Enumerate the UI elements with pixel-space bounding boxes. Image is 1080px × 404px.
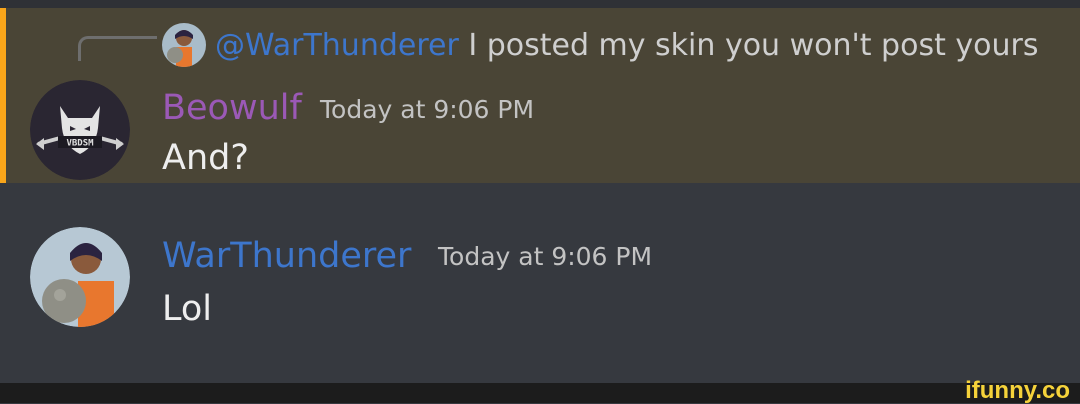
author-name[interactable]: WarThunderer xyxy=(162,232,411,280)
author-name[interactable]: Beowulf xyxy=(162,84,302,132)
mention-highlight-bar xyxy=(0,8,6,183)
user-mention[interactable]: @WarThunderer xyxy=(215,28,459,63)
reply-connector xyxy=(78,36,157,61)
watermark: ifunny.co xyxy=(965,377,1070,404)
highlighted-message[interactable]: @WarThunderer I posted my skin you won't… xyxy=(0,8,1080,183)
message-text: And? xyxy=(162,138,249,178)
message-text: Lol xyxy=(162,289,213,329)
avatar-badge-text: VBDSM xyxy=(66,139,94,149)
timestamp: Today at 9:06 PM xyxy=(320,95,535,124)
top-strip xyxy=(0,0,1080,8)
timestamp: Today at 9:06 PM xyxy=(438,242,653,271)
reply-text: I posted my skin you won't post yours xyxy=(458,28,1039,63)
avatar[interactable] xyxy=(30,227,130,327)
bottom-bar xyxy=(0,383,1080,403)
avatar[interactable]: VBDSM xyxy=(30,80,130,180)
reply-avatar-icon[interactable] xyxy=(162,23,206,67)
reply-preview[interactable]: @WarThunderer I posted my skin you won't… xyxy=(215,22,1038,70)
